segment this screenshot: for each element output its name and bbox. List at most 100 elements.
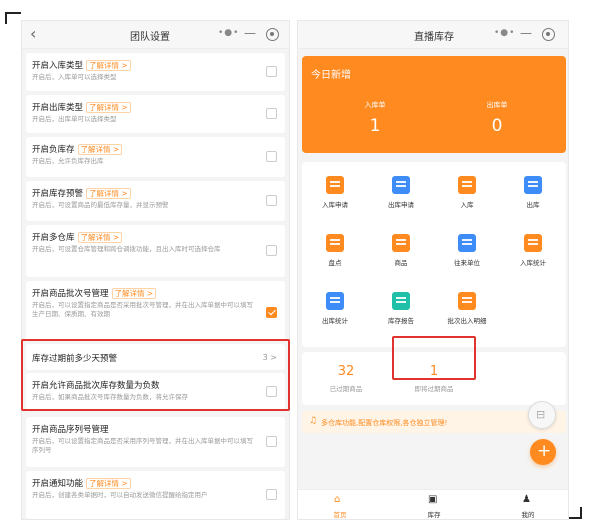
setting-title: 开启出库类型 [32,103,84,113]
setting-checkbox[interactable] [266,436,277,447]
inbound-request-icon [326,176,344,194]
outbound-stats-icon [326,292,344,310]
learn-more-link[interactable]: 了解详情 > [111,288,157,299]
grid-item-outbound[interactable]: 出库 [500,166,566,221]
setting-desc: 开启后，创建各类单据时，可以自动发送微信提醒给指定用户 [32,491,208,499]
page-title: 团队设置 [130,32,170,43]
setting-checkbox[interactable] [266,245,277,256]
home-icon: ⌂ [334,494,341,505]
setting-title: 开启多仓库 [32,233,75,243]
bell-icon: ♫ [309,416,318,426]
tab-inventory[interactable]: ▣ 库存 [394,492,474,519]
setting-desc: 开启后，出库单可以选择类型 [32,115,117,123]
add-float-button[interactable]: + [530,439,556,465]
setting-serial-number[interactable]: 开启商品序列号管理 开启后，可以设置指定商品是否采用序列号管理，并在出入库单据中… [26,417,285,467]
setting-title: 开启库存预警 [32,189,84,199]
page-title: 直播库存 [414,32,454,43]
grid-item-inventory-report[interactable]: 库存报告 [368,282,434,337]
setting-checkbox[interactable] [266,151,277,162]
setting-title: 开启通知功能 [32,479,84,489]
setting-negative-stock[interactable]: 开启负库存 了解详情 > 开启后，允许负库存出库 [26,137,285,177]
close-circle-icon[interactable] [542,28,555,41]
outbound-icon [524,176,542,194]
minimize-icon[interactable]: — [244,26,256,40]
setting-batch-number[interactable]: 开启商品批次号管理 了解详情 > 开启后，可以设置指定商品是否采用批次号管理，并在… [26,281,285,341]
setting-checkbox[interactable] [266,489,277,500]
plus-icon: + [537,441,552,461]
close-circle-icon[interactable] [266,28,279,41]
learn-more-link[interactable]: 了解详情 > [77,144,123,155]
outbound-label: 出库单 [486,101,508,109]
expiring-label: 即将过期商品 [414,385,454,393]
home-screen: 直播库存 •●• — 今日新增 入库单 1 出库单 0 入库申请 出库申请 入库… [297,20,569,520]
grid-item-product[interactable]: 商品 [368,224,434,279]
setting-multi-warehouse[interactable]: 开启多仓库 了解详情 > 开启后，可设置仓库管理和跨仓调拨功能，且出入库时可选择仓… [26,225,285,277]
highlight-box [21,339,290,411]
minimize-icon[interactable]: — [520,26,532,40]
navbar: 直播库存 •●• — [298,21,568,49]
today-title: 今日新增 [311,70,351,81]
grid-item-inbound-request[interactable]: 入库申请 [302,166,368,221]
setting-checkbox-checked[interactable] [266,307,277,318]
highlight-box [392,336,476,380]
corner-mark-top-left [5,12,21,24]
grid-item-batch-detail[interactable]: 批次出入明细 [434,282,500,337]
learn-more-link[interactable]: 了解详情 > [86,478,131,489]
batch-detail-icon [458,292,476,310]
setting-desc: 开启后，可以设置指定商品是否采用批次号管理，并在出入库单据中可以填写生产日期、保… [32,301,253,318]
outbound-request-icon [392,176,410,194]
profile-icon: ♟ [522,494,531,505]
back-icon[interactable]: ‹ [30,25,36,43]
setting-inbound-type[interactable]: 开启入库类型 了解详情 > 开启后，入库单可以选择类型 [26,53,285,91]
tab-profile[interactable]: ♟ 我的 [488,492,568,519]
partner-icon [458,234,476,252]
miniapp-capsule: •●• — [490,26,562,44]
inventory-icon: ▣ [428,494,438,505]
outbound-count[interactable]: 0 [457,116,537,136]
setting-outbound-type[interactable]: 开启出库类型 了解详情 > 开启后，出库单可以选择类型 [26,95,285,133]
product-icon [392,234,410,252]
tab-home[interactable]: ⌂ 首页 [300,492,380,519]
learn-more-link[interactable]: 了解详情 > [86,188,131,199]
grid-item-stocktake[interactable]: 盘点 [302,224,368,279]
tab-bar: ⌂ 首页 ▣ 库存 ♟ 我的 [298,489,568,519]
inbound-count[interactable]: 1 [335,116,415,136]
notice-text: 多仓库功能,配置仓库权限,各仓独立管理! [321,419,448,427]
settings-list: 开启入库类型 了解详情 > 开启后，入库单可以选择类型 开启出库类型 了解详情 > … [22,50,289,519]
grid-item-outbound-request[interactable]: 出库申请 [368,166,434,221]
learn-more-link[interactable]: 了解详情 > [86,60,131,71]
today-summary-card: 今日新增 入库单 1 出库单 0 [302,56,566,153]
expired-count[interactable]: 32 [302,364,390,379]
scan-float-button[interactable]: ⊟ [528,401,556,429]
setting-title: 开启负库存 [32,145,75,155]
learn-more-link[interactable]: 了解详情 > [77,232,123,243]
learn-more-link[interactable]: 了解详情 > [86,102,131,113]
inventory-report-icon [392,292,410,310]
more-icon[interactable]: •●• [494,28,515,38]
grid-item-outbound-stats[interactable]: 出库统计 [302,282,368,337]
settings-screen: ‹ 团队设置 •●• — 开启入库类型 了解详情 > 开启后，入库单可以选择类型 … [21,20,290,520]
function-grid: 入库申请 出库申请 入库 出库 盘点 商品 往来单位 入库统计 出库统计 库存报… [302,162,566,347]
setting-title: 开启商品序列号管理 [32,425,109,435]
setting-stock-warning[interactable]: 开启库存预警 了解详情 > 开启后，可设置商品的最低库存量，并显示预警 [26,181,285,221]
miniapp-capsule: •●• — [214,26,286,44]
setting-checkbox[interactable] [266,195,277,206]
setting-notification[interactable]: 开启通知功能 了解详情 > 开启后，创建各类单据时，可以自动发送微信提醒给指定用户 [26,471,285,519]
expired-label: 已过期商品 [329,385,363,393]
inbound-label: 入库单 [364,101,386,109]
setting-desc: 开启后，允许负库存出库 [32,157,104,165]
setting-desc: 开启后，可设置仓库管理和跨仓调拨功能，且出入库时可选择仓库 [32,245,221,253]
setting-title: 开启入库类型 [32,61,84,71]
grid-item-partner[interactable]: 往来单位 [434,224,500,279]
setting-checkbox[interactable] [266,108,277,119]
grid-item-inbound-stats[interactable]: 入库统计 [500,224,566,279]
setting-checkbox[interactable] [266,66,277,77]
more-icon[interactable]: •●• [218,28,239,38]
setting-desc: 开启后，可以设置指定商品是否采用序列号管理，并在出入库单据中可以填写序列号 [32,437,253,454]
notice-bar[interactable]: ♫ 多仓库功能,配置仓库权限,各仓独立管理! [302,411,566,433]
stocktake-icon [326,234,344,252]
grid-item-inbound[interactable]: 入库 [434,166,500,221]
setting-title: 开启商品批次号管理 [32,289,109,299]
inbound-icon [458,176,476,194]
navbar: ‹ 团队设置 •●• — [22,21,289,49]
